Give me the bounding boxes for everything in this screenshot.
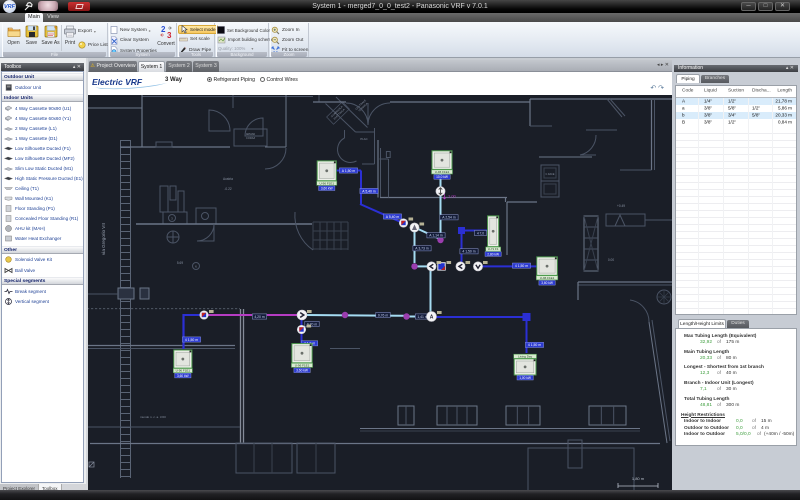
svg-text:A 5,40 m: A 5,40 m: [386, 215, 400, 219]
svg-text:U-71 F1: U-71 F1: [488, 247, 499, 251]
svg-text:ARMAD: ARMAD: [246, 132, 255, 136]
svg-text:4 7,0: 4 7,0: [477, 231, 484, 235]
svg-text:0.00: 0.00: [608, 258, 614, 262]
svg-text:2,80 kW: 2,80 kW: [487, 252, 499, 256]
svg-text:5.69: 5.69: [177, 261, 183, 265]
svg-text:-0.22: -0.22: [224, 187, 231, 191]
svg-text:mundo n. c. a. t=60: mundo n. c. a. t=60: [140, 415, 166, 419]
svg-text:1,00: 1,00: [448, 194, 457, 199]
svg-text:U-96 F1E1: U-96 F1E1: [295, 363, 310, 367]
svg-text:C.DACE: C.DACE: [545, 173, 554, 176]
svg-text:3,60 kW: 3,60 kW: [541, 281, 553, 285]
svg-text:A: A: [430, 314, 434, 320]
svg-text:CORAZ: CORAZ: [246, 136, 255, 140]
svg-text:A 5,40 m: A 5,40 m: [362, 189, 376, 193]
svg-text:A 1,14 m: A 1,14 m: [429, 234, 443, 238]
svg-text:PLAC: PLAC: [360, 137, 367, 141]
svg-text:A 1,50 m: A 1,50 m: [342, 169, 356, 173]
svg-text:1,00 kW: 1,00 kW: [519, 376, 531, 380]
svg-text:4 1,50 m: 4 1,50 m: [528, 343, 541, 347]
svg-text:Living Day: Living Day: [518, 354, 533, 358]
svg-text:3,60 kW: 3,60 kW: [177, 374, 189, 378]
svg-text:4 1,50 m: 4 1,50 m: [462, 250, 475, 254]
svg-text:A 2,54 m: A 2,54 m: [442, 216, 456, 220]
svg-text:U-96 F1E1: U-96 F1E1: [319, 181, 334, 185]
svg-text:4 1,50 m: 4 1,50 m: [185, 338, 198, 342]
svg-text:4,20 m: 4,20 m: [254, 315, 265, 319]
svg-text:0,76 m: 0,76 m: [378, 313, 389, 317]
svg-text:3,60 kW: 3,60 kW: [296, 369, 308, 373]
svg-text:3,60 kW: 3,60 kW: [321, 186, 333, 190]
svg-text:3: 3: [167, 31, 172, 39]
svg-text:Electric VRF: Electric VRF: [92, 77, 143, 87]
svg-text:U-96 F1E1: U-96 F1E1: [540, 276, 555, 280]
svg-text:1,80 m: 1,80 m: [632, 476, 645, 481]
svg-text:U-96 F1E1: U-96 F1E1: [176, 369, 191, 373]
svg-text:via Gregorio VII: via Gregorio VII: [101, 223, 106, 255]
svg-text:+0.49: +0.49: [617, 204, 625, 208]
svg-text:10,0 kW: 10,0 kW: [436, 175, 448, 179]
svg-text:4 1,50 m: 4 1,50 m: [515, 264, 528, 268]
svg-text:A 3,73 m: A 3,73 m: [415, 247, 429, 251]
svg-text:U-96 F1E1: U-96 F1E1: [435, 170, 450, 174]
svg-text:2: 2: [161, 25, 166, 34]
svg-text:Austria: Austria: [223, 177, 233, 181]
